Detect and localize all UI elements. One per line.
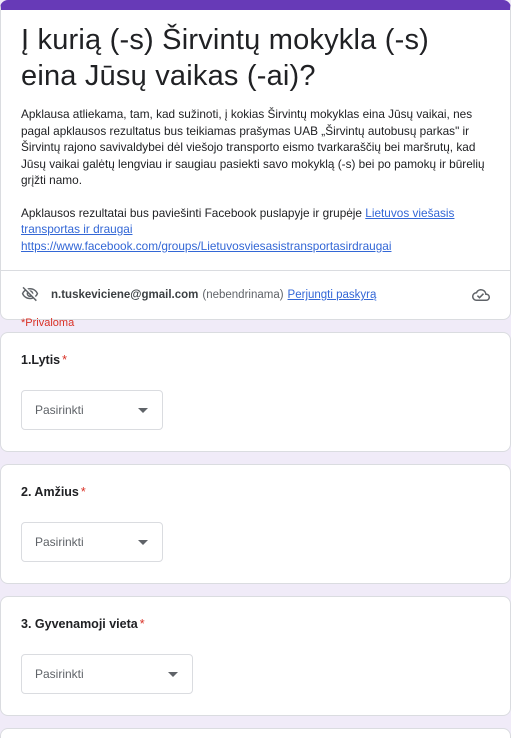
account-row: n.tuskeviciene@gmail.com (nebendrinama) …: [1, 271, 510, 309]
form-description: Apklausa atliekama, tam, kad sužinoti, į…: [21, 106, 490, 254]
account-email: n.tuskeviciene@gmail.com: [51, 289, 199, 301]
question-title: 1.Lytis *: [21, 353, 490, 367]
description-prefix: Apklausos rezultatai bus paviešinti Face…: [21, 205, 366, 220]
select-placeholder: Pasirinkti: [35, 403, 84, 417]
question-label: 3. Gyvenamoji vieta: [21, 617, 138, 631]
age-select[interactable]: Pasirinkti: [21, 522, 163, 562]
question-card-age: 2. Amžius * Pasirinkti: [0, 464, 511, 584]
required-star: *: [62, 353, 68, 367]
next-question-card: [0, 728, 511, 738]
required-star: *: [80, 485, 86, 499]
cloud-done-icon: [472, 286, 490, 304]
question-card-gender: 1.Lytis * Pasirinkti: [0, 332, 511, 452]
select-placeholder: Pasirinkti: [35, 667, 84, 681]
dropdown-arrow-icon: [168, 672, 178, 677]
group-url-link[interactable]: https://www.facebook.com/groups/Lietuvos…: [21, 239, 391, 253]
form-page: Į kurią (-s) Širvintų mokykla (-s) eina …: [0, 0, 511, 738]
select-placeholder: Pasirinkti: [35, 535, 84, 549]
residence-select[interactable]: Pasirinkti: [21, 654, 193, 694]
question-card-residence: 3. Gyvenamoji vieta * Pasirinkti: [0, 596, 511, 716]
switch-account-link[interactable]: Perjungti paskyrą: [288, 289, 377, 301]
question-label: 2. Amžius: [21, 485, 79, 499]
account-note: (nebendrinama): [202, 289, 284, 301]
form-title: Į kurią (-s) Širvintų mokykla (-s) eina …: [21, 24, 429, 92]
gender-select[interactable]: Pasirinkti: [21, 390, 163, 430]
dropdown-arrow-icon: [138, 540, 148, 545]
form-header-card: Į kurią (-s) Širvintų mokykla (-s) eina …: [0, 0, 511, 329]
description-paragraph-1: Apklausa atliekama, tam, kad sužinoti, į…: [21, 107, 485, 187]
question-title: 3. Gyvenamoji vieta *: [21, 617, 490, 631]
question-title: 2. Amžius *: [21, 485, 490, 499]
dropdown-arrow-icon: [138, 408, 148, 413]
description-paragraph-2: Apklausos rezultatai bus paviešinti Face…: [21, 205, 490, 255]
required-note: *Privaloma: [21, 317, 75, 329]
required-star: *: [139, 617, 145, 631]
eye-off-icon: [21, 285, 51, 306]
question-label: 1.Lytis: [21, 353, 61, 367]
